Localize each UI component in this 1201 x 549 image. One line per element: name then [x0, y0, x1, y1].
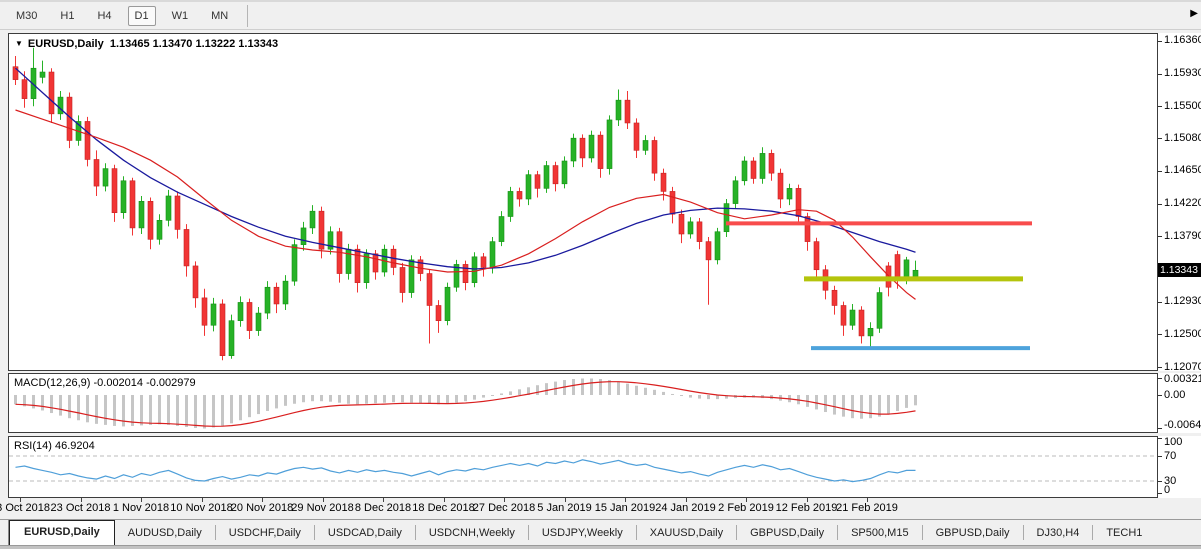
price-axis-label: 1.14650 [1164, 164, 1201, 176]
macd-axis-tick [1158, 378, 1162, 379]
date-label: 13 Oct 2018 [0, 502, 50, 514]
chart-tab-usdchf-daily[interactable]: USDCHF,Daily [216, 522, 314, 545]
price-axis-label: 1.12070 [1164, 361, 1201, 373]
price-axis-tick [1158, 41, 1162, 42]
date-label: 8 Dec 2018 [355, 502, 411, 514]
terminal-window: M30 H1 H4 D1 W1 MN ▼ EURUSD,Daily 1.13465 1.13… [0, 0, 1201, 549]
tab-scroll-right-icon[interactable]: ▶ [1190, 8, 1198, 19]
date-label: 27 Dec 2018 [473, 502, 535, 514]
macd-label: MACD(12,26,9) -0.002014 -0.002979 [14, 377, 196, 389]
macd-axis-label: 0.003216 [1164, 373, 1201, 385]
rsi-axis-label: 0 [1164, 484, 1170, 496]
chart-tab-bar: EURUSD,DailyAUDUSD,DailyUSDCHF,DailyUSDC… [0, 519, 1201, 545]
macd-axis-label: 0.00 [1164, 389, 1185, 401]
chart-tab-usdcad-daily[interactable]: USDCAD,Daily [315, 522, 415, 545]
timeframe-button-mn[interactable]: MN [204, 6, 235, 26]
date-label: 23 Oct 2018 [51, 502, 111, 514]
bottom-status-strip [0, 545, 1201, 549]
rsi-axis-label: 100 [1164, 436, 1182, 448]
price-axis-label: 1.12500 [1164, 328, 1201, 340]
rsi-axis-tick [1158, 456, 1162, 457]
timeframe-button-d1[interactable]: D1 [128, 6, 156, 26]
rsi-axis-label: 70 [1164, 450, 1176, 462]
date-label: 29 Nov 2018 [291, 502, 353, 514]
date-label: 18 Dec 2018 [412, 502, 474, 514]
timeframe-button-w1[interactable]: W1 [165, 6, 196, 26]
date-label: 21 Feb 2019 [836, 502, 898, 514]
chart-ohlc-values: 1.13465 1.13470 1.13222 1.13343 [110, 38, 278, 50]
price-axis-tick [1158, 302, 1162, 303]
rsi-current-value: 46.9204 [55, 440, 95, 452]
macd-axis-tick [1158, 428, 1162, 429]
rsi-chart[interactable] [9, 437, 1157, 497]
timeframe-button-m30[interactable]: M30 [9, 6, 44, 26]
chart-tab-xauusd-daily[interactable]: XAUUSD,Daily [637, 522, 736, 545]
date-axis[interactable]: 13 Oct 201823 Oct 20181 Nov 201810 Nov 2… [8, 498, 1158, 518]
rsi-axis-tick [1158, 493, 1162, 494]
chart-title: ▼ EURUSD,Daily 1.13465 1.13470 1.13222 1.… [15, 38, 278, 50]
chart-tab-dj30-h4[interactable]: DJ30,H4 [1024, 522, 1093, 545]
chart-tab-usdjpy-weekly[interactable]: USDJPY,Weekly [529, 522, 636, 545]
rsi-label: RSI(14) 46.9204 [14, 440, 95, 452]
toolbar-separator [247, 5, 248, 27]
price-axis-label: 1.16360 [1164, 34, 1201, 46]
date-label: 1 Nov 2018 [113, 502, 169, 514]
chart-tab-sp500-m15[interactable]: SP500,M15 [838, 522, 921, 545]
timeframe-button-h1[interactable]: H1 [53, 6, 81, 26]
price-axis-tick [1158, 106, 1162, 107]
macd-axis-tick [1158, 395, 1162, 396]
candlestick-chart[interactable] [9, 34, 1157, 370]
date-label: 24 Jan 2019 [655, 502, 716, 514]
rsi-axis-tick [1158, 481, 1162, 482]
rsi-indicator-pane[interactable]: RSI(14) 46.9204 [8, 436, 1158, 498]
rsi-axis[interactable]: 10070300 [1158, 436, 1201, 498]
price-axis-tick [1158, 171, 1162, 172]
rsi-name: RSI(14) [14, 440, 52, 452]
price-axis-tick [1158, 74, 1162, 75]
chart-symbol-period: EURUSD,Daily [28, 38, 104, 50]
date-label: 20 Nov 2018 [231, 502, 293, 514]
tabbar-left-edge [0, 519, 9, 545]
price-axis-tick [1158, 334, 1162, 335]
macd-indicator-pane[interactable]: MACD(12,26,9) -0.002014 -0.002979 [8, 373, 1158, 433]
chart-tab-eurusd-daily[interactable]: EURUSD,Daily [9, 520, 115, 545]
price-axis-tick [1158, 236, 1162, 237]
rsi-axis-tick [1158, 438, 1162, 439]
date-label: 15 Jan 2019 [595, 502, 656, 514]
price-axis-label: 1.13790 [1164, 230, 1201, 242]
macd-current-values: -0.002014 -0.002979 [93, 377, 195, 389]
chart-tab-gbpusd-daily[interactable]: GBPUSD,Daily [923, 522, 1023, 545]
chart-tab-audusd-daily[interactable]: AUDUSD,Daily [115, 522, 215, 545]
date-label: 2 Feb 2019 [718, 502, 774, 514]
chart-tab-tech1[interactable]: TECH1 [1093, 522, 1155, 545]
price-axis-label: 1.12930 [1164, 295, 1201, 307]
date-label: 10 Nov 2018 [170, 502, 232, 514]
price-axis-label: 1.15080 [1164, 132, 1201, 144]
price-axis-tick [1158, 138, 1162, 139]
chart-dropdown-icon[interactable]: ▼ [15, 39, 23, 48]
chart-tab-usdcnh-weekly[interactable]: USDCNH,Weekly [416, 522, 528, 545]
chart-tab-gbpusd-daily[interactable]: GBPUSD,Daily [737, 522, 837, 545]
date-label: 5 Jan 2019 [537, 502, 591, 514]
macd-axis-label: -0.006485 [1164, 419, 1201, 431]
macd-name: MACD(12,26,9) [14, 377, 90, 389]
price-axis-label: 1.15930 [1164, 67, 1201, 79]
price-axis-label: 1.14220 [1164, 197, 1201, 209]
timeframe-button-h4[interactable]: H4 [90, 6, 118, 26]
price-axis-tick [1158, 367, 1162, 368]
macd-axis[interactable]: 0.003216 0.00 -0.006485 [1158, 373, 1201, 433]
price-axis-tick [1158, 204, 1162, 205]
price-chart-pane[interactable]: ▼ EURUSD,Daily 1.13465 1.13470 1.13222 1.… [8, 33, 1158, 371]
price-axis[interactable]: 1.16360 1.15930 1.15500 1.15080 1.14650 1.142… [1158, 33, 1201, 371]
date-label: 12 Feb 2019 [776, 502, 838, 514]
timeframe-toolbar: M30 H1 H4 D1 W1 MN [0, 0, 1201, 30]
price-axis-label: 1.15500 [1164, 100, 1201, 112]
current-price-marker: 1.13343 [1158, 263, 1201, 277]
